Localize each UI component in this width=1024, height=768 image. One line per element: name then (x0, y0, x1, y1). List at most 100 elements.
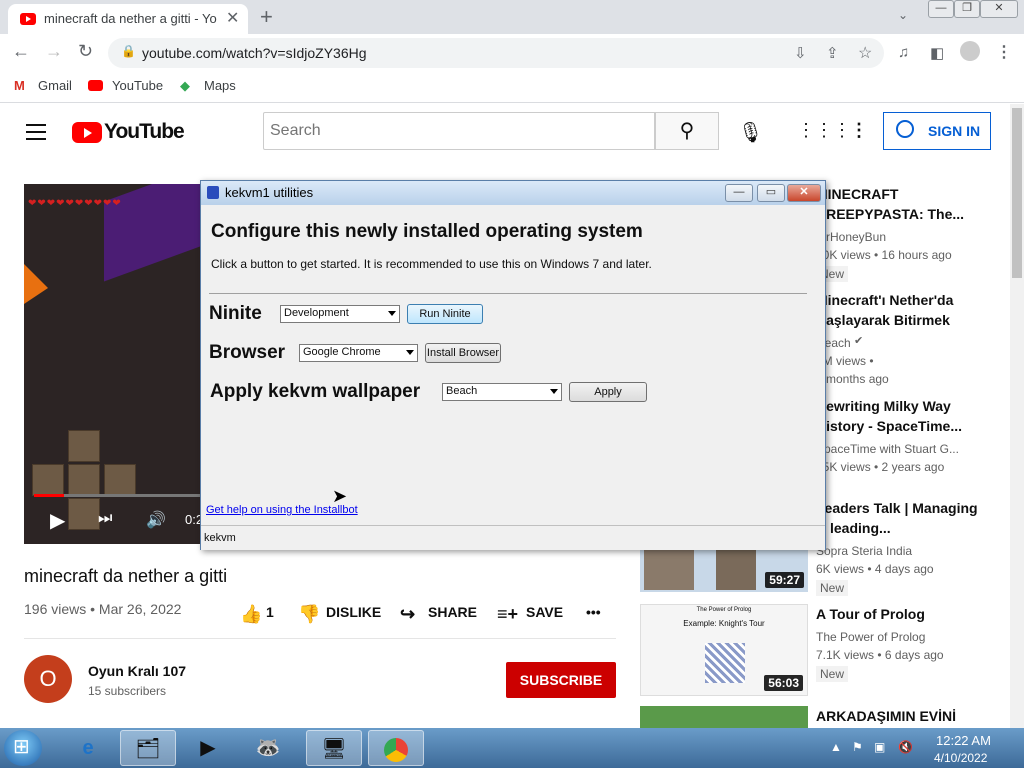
separator (209, 293, 807, 294)
network-icon[interactable]: ▣ (874, 740, 885, 754)
youtube-bookmark-icon (88, 80, 103, 91)
rec-title[interactable]: A Tour of Prolog (816, 604, 984, 624)
profile-icon[interactable] (960, 41, 980, 61)
rec-thumbnail[interactable]: The Power of Prolog Example: Knight's To… (640, 604, 808, 696)
search-input[interactable] (263, 112, 655, 150)
file-explorer-icon[interactable]: 🗂 (120, 730, 176, 766)
menu-icon[interactable] (26, 124, 46, 145)
clock-time[interactable]: 12:22 AM (936, 733, 991, 748)
save-playlist-icon[interactable]: ≡+ (497, 604, 518, 625)
rec-channel[interactable]: The Power of Prolog (816, 630, 925, 644)
verified-icon: ✔ (854, 335, 864, 347)
maps-icon: ◆ (180, 78, 190, 93)
video-player[interactable]: ❤❤❤❤❤❤❤❤❤❤ (24, 184, 200, 544)
dialog-titlebar[interactable]: kekvm1 utilities — ▭ ✕ (201, 181, 825, 205)
ninite-select[interactable]: Development (280, 305, 400, 323)
like-icon[interactable]: 👍 (240, 604, 262, 625)
rec-title[interactable]: ARKADAŞIMIN EVİNİ (816, 706, 984, 726)
account-icon (896, 120, 914, 138)
close-window-button[interactable]: ✕ (980, 0, 1018, 18)
reload-icon[interactable]: ↻ (78, 41, 93, 62)
rec-title[interactable]: Minecraft'ı Nether'da Başlayarak Bitirme… (816, 290, 984, 330)
dialog-close-button[interactable]: ✕ (787, 184, 821, 202)
dislike-button[interactable]: DISLIKE (326, 604, 381, 620)
dialog-minimize-button[interactable]: — (725, 184, 753, 202)
new-tab-button[interactable]: + (260, 4, 273, 30)
save-button[interactable]: SAVE (526, 604, 563, 620)
microphone-icon[interactable]: 🎙 (738, 120, 763, 145)
new-badge: New (816, 666, 849, 682)
subscribe-button[interactable]: SUBSCRIBE (506, 662, 616, 698)
video-duration: 59:27 (765, 572, 804, 588)
rec-meta: 7.1K views • 6 days ago (816, 648, 944, 662)
play-icon[interactable]: ▶ (50, 508, 65, 533)
dislike-icon[interactable]: 👎 (298, 604, 320, 625)
rec-channel[interactable]: Sopra Steria India (816, 544, 912, 558)
side-panel-icon[interactable]: ◧ (930, 44, 944, 62)
rec-thumbnail[interactable] (640, 706, 808, 728)
install-icon[interactable]: ⇩ (794, 44, 807, 62)
rec-thumbnail[interactable]: 59:27 (640, 548, 808, 592)
raccoon-app-icon[interactable]: 🦝 (240, 730, 296, 766)
thumb-text: Example: Knight's Tour (683, 619, 765, 628)
rec-title[interactable]: Leaders Talk | Managing & leading... (816, 498, 984, 538)
kekvm-utilities-window: kekvm1 utilities — ▭ ✕ Configure this ne… (200, 180, 826, 550)
back-icon[interactable]: ← (12, 41, 30, 62)
chrome-taskbar-icon[interactable] (368, 730, 424, 766)
lock-icon[interactable]: 🔒 (121, 44, 136, 58)
rec-channel[interactable]: MrHoneyBun (816, 230, 886, 244)
url-text[interactable]: youtube.com/watch?v=sIdjoZY36Hg (142, 45, 367, 61)
bookmark-star-icon[interactable]: ☆ (858, 43, 872, 63)
media-player-icon[interactable]: ▶ (180, 730, 236, 766)
chrome-menu-icon[interactable]: ⋮ (996, 42, 1012, 62)
channel-name[interactable]: Oyun Kralı 107 (88, 663, 186, 679)
like-count[interactable]: 1 (266, 604, 274, 620)
minimize-window-button[interactable]: — (928, 0, 954, 18)
dpad-up-icon (68, 430, 100, 462)
dialog-maximize-button[interactable]: ▭ (757, 184, 785, 202)
browser-tab[interactable]: minecraft da nether a gitti - Yo ✕ (8, 4, 248, 34)
youtube-logo-text[interactable]: YouTube (104, 120, 185, 144)
bookmark-maps[interactable]: Maps (204, 78, 236, 93)
show-hidden-icons-icon[interactable]: ▲ (830, 740, 842, 754)
rec-channel[interactable]: SpaceTime with Stuart G... (816, 442, 959, 456)
start-button[interactable] (4, 730, 42, 766)
video-progress-played (34, 494, 64, 497)
dpad-right-icon (104, 464, 136, 496)
share-arrow-icon[interactable]: ↪ (400, 604, 415, 625)
action-center-flag-icon[interactable]: ⚑ (852, 740, 863, 754)
video-title: minecraft da nether a gitti (24, 566, 228, 586)
volume-icon[interactable]: 🔊 (146, 510, 166, 530)
clock-date[interactable]: 4/10/2022 (934, 751, 987, 765)
search-button[interactable]: ⚲ (655, 112, 719, 150)
browser-select[interactable]: Google Chrome (299, 344, 418, 362)
wallpaper-select[interactable]: Beach (442, 383, 562, 401)
share-button[interactable]: SHARE (428, 604, 477, 620)
run-ninite-button[interactable]: Run Ninite (407, 304, 483, 324)
channel-avatar[interactable]: O (24, 655, 72, 703)
rec-title[interactable]: MINECRAFT CREEPYPASTA: The... (816, 184, 984, 224)
internet-explorer-icon[interactable]: e (60, 730, 116, 766)
rec-title[interactable]: Rewriting Milky Way History - SpaceTime.… (816, 396, 984, 436)
thumb-person (644, 550, 694, 590)
kekvm-utilities-taskbar-icon[interactable]: 🖥 (306, 730, 362, 766)
youtube-logo-icon[interactable] (72, 122, 102, 143)
apply-wallpaper-button[interactable]: Apply (569, 382, 647, 402)
media-control-icon[interactable]: ♫ (898, 44, 909, 61)
install-browser-button[interactable]: Install Browser (425, 343, 501, 363)
more-options-icon[interactable]: ⋮ (850, 120, 868, 141)
bookmark-youtube[interactable]: YouTube (112, 78, 163, 93)
scrollbar-thumb[interactable] (1012, 108, 1022, 278)
dialog-heading: Configure this newly installed operating… (211, 221, 643, 242)
bookmark-gmail[interactable]: Gmail (38, 78, 72, 93)
forward-icon[interactable]: → (45, 41, 63, 62)
volume-muted-icon[interactable]: 🔇 (898, 740, 913, 754)
more-actions-icon[interactable]: ••• (586, 604, 601, 620)
share-icon[interactable]: ⇪ (826, 44, 839, 62)
next-icon[interactable]: ⏭ (98, 510, 112, 528)
close-tab-icon[interactable]: ✕ (226, 8, 239, 28)
restore-window-button[interactable]: ❐ (954, 0, 980, 18)
tab-search-icon[interactable]: ⌄ (898, 8, 908, 22)
apps-grid-icon[interactable]: ⋮⋮⋮ (797, 120, 851, 141)
thumb-text: The Power of Prolog (696, 607, 752, 613)
